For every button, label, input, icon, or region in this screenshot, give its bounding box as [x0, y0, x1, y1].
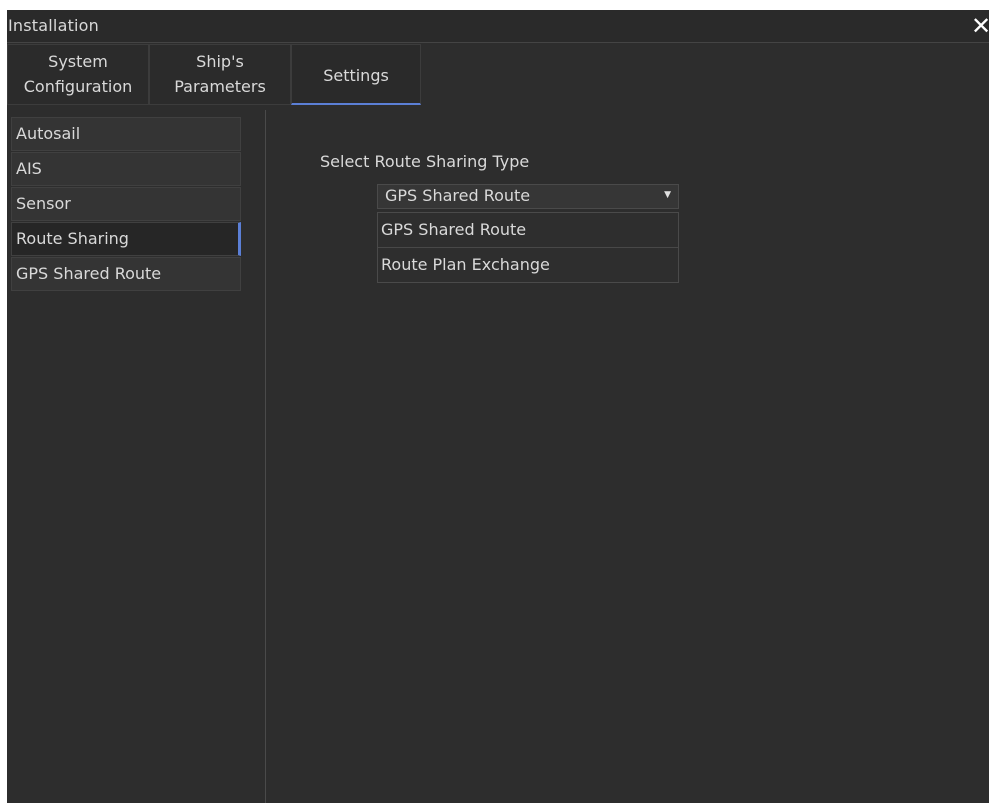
close-icon[interactable]: ✕	[971, 14, 989, 38]
option-route-plan-exchange[interactable]: Route Plan Exchange	[378, 248, 678, 283]
route-sharing-type-select[interactable]: GPS Shared Route ▼	[377, 184, 679, 209]
tab-label-line2: Configuration	[23, 77, 133, 96]
tab-label-line2: Parameters	[174, 77, 266, 96]
caret-down-icon: ▼	[664, 190, 671, 200]
tab-settings[interactable]: Settings	[291, 44, 421, 105]
title-bar: Installation ✕	[7, 10, 989, 43]
tab-label: Settings	[323, 66, 389, 85]
route-sharing-dropdown: GPS Shared Route Route Plan Exchange	[377, 212, 679, 283]
sidebar-divider	[265, 110, 266, 803]
sidebar-item-gps-shared-route[interactable]: GPS Shared Route	[11, 257, 241, 291]
tab-label-line1: System	[48, 52, 108, 71]
installation-window: Installation ✕ System Configuration Ship…	[7, 10, 989, 803]
window-title: Installation	[8, 16, 100, 35]
select-value: GPS Shared Route	[385, 186, 531, 205]
tab-label-line1: Ship's	[196, 52, 244, 71]
option-gps-shared-route[interactable]: GPS Shared Route	[378, 213, 678, 248]
sidebar-item-sensor[interactable]: Sensor	[11, 187, 241, 221]
route-sharing-type-label: Select Route Sharing Type	[320, 152, 530, 171]
tab-ships-parameters[interactable]: Ship's Parameters	[149, 44, 291, 105]
sidebar-item-ais[interactable]: AIS	[11, 152, 241, 186]
sidebar-item-route-sharing[interactable]: Route Sharing	[11, 222, 241, 256]
sidebar-item-autosail[interactable]: Autosail	[11, 117, 241, 151]
tab-system-configuration[interactable]: System Configuration	[7, 44, 149, 105]
